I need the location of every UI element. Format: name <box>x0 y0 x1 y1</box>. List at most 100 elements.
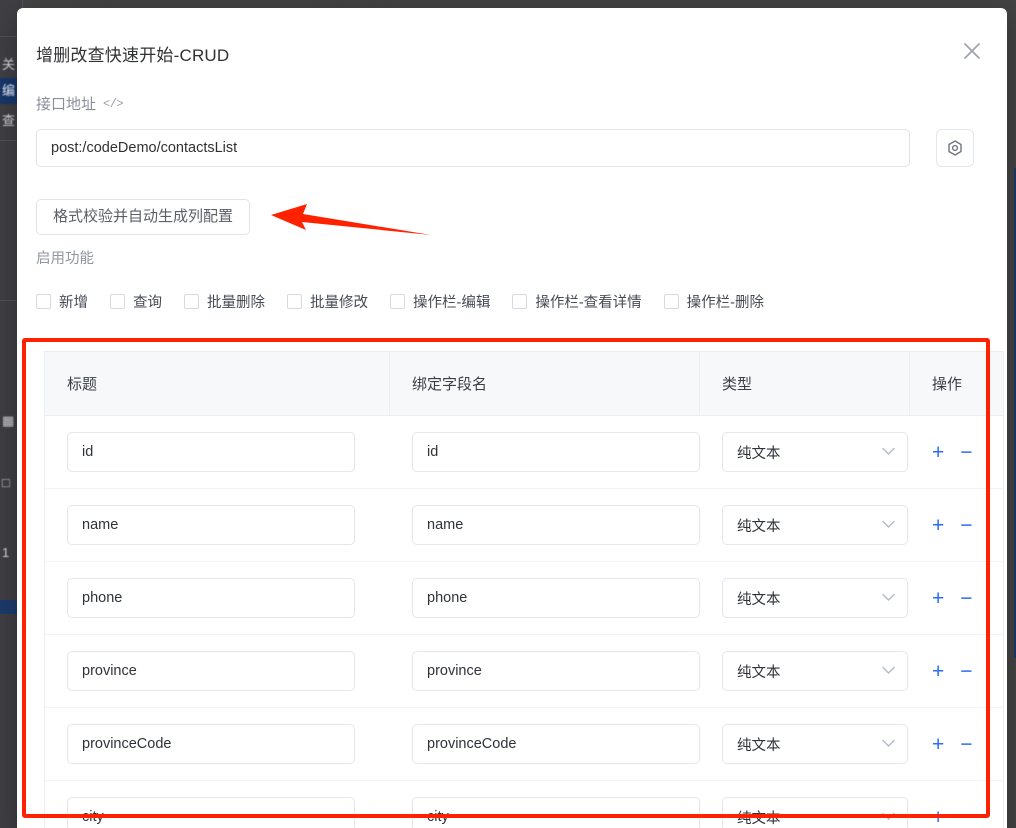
row-type-select[interactable]: 纯文本 <box>722 797 908 828</box>
cell-ops: + − <box>910 734 1003 755</box>
checkbox-label: 新增 <box>59 291 88 312</box>
cell-type: 纯文本 <box>700 578 910 618</box>
remove-row-icon[interactable]: − <box>960 588 972 609</box>
row-field-input[interactable] <box>412 797 700 828</box>
cell-field <box>390 578 700 618</box>
row-title-input[interactable] <box>67 651 355 691</box>
row-field-input[interactable] <box>412 578 700 618</box>
checkbox-label: 批量删除 <box>207 291 265 312</box>
checkbox-query[interactable]: 查询 <box>110 291 162 312</box>
table-row: 纯文本 + − <box>45 416 1003 489</box>
feature-checkbox-group: 新增 查询 批量删除 批量修改 操作栏-编辑 操作栏-查看详情 <box>36 291 786 312</box>
add-row-icon[interactable]: + <box>932 807 944 828</box>
checkbox-action-delete[interactable]: 操作栏-删除 <box>664 291 764 312</box>
row-title-input[interactable] <box>67 578 355 618</box>
table-row: 纯文本 + − <box>45 635 1003 708</box>
hex-nut-icon[interactable] <box>936 129 974 167</box>
cell-title <box>45 505 390 545</box>
checkbox-box[interactable] <box>390 294 405 309</box>
cell-field <box>390 432 700 472</box>
column-header-title: 标题 <box>45 352 390 415</box>
chevron-down-icon <box>882 736 895 752</box>
enable-features-label: 启用功能 <box>36 247 94 268</box>
checkbox-label: 查询 <box>133 291 162 312</box>
table-row: 纯文本 + − <box>45 562 1003 635</box>
row-type-value: 纯文本 <box>737 442 781 463</box>
row-title-input[interactable] <box>67 797 355 828</box>
cell-type: 纯文本 <box>700 651 910 691</box>
row-field-input[interactable] <box>412 505 700 545</box>
chevron-down-icon <box>882 663 895 679</box>
checkbox-label: 操作栏-删除 <box>687 291 764 312</box>
add-row-icon[interactable]: + <box>932 734 944 755</box>
row-title-input[interactable] <box>67 505 355 545</box>
add-row-icon[interactable]: + <box>932 442 944 463</box>
cell-type: 纯文本 <box>700 432 910 472</box>
checkbox-batch-delete[interactable]: 批量删除 <box>184 291 265 312</box>
checkbox-label: 操作栏-编辑 <box>413 291 490 312</box>
close-icon[interactable] <box>959 38 985 64</box>
row-field-input[interactable] <box>412 651 700 691</box>
row-title-input[interactable] <box>67 432 355 472</box>
cell-ops: + − <box>910 515 1003 536</box>
table-row: 纯文本 + − <box>45 781 1003 828</box>
chevron-down-icon <box>882 809 895 825</box>
row-type-select[interactable]: 纯文本 <box>722 724 908 764</box>
column-header-ops: 操作 <box>910 352 1003 415</box>
cell-title <box>45 797 390 828</box>
cell-ops: + − <box>910 442 1003 463</box>
row-type-value: 纯文本 <box>737 515 781 536</box>
row-type-value: 纯文本 <box>737 734 781 755</box>
dialog-title: 增删改查快速开始-CRUD <box>36 41 229 66</box>
add-row-icon[interactable]: + <box>932 661 944 682</box>
cell-title <box>45 651 390 691</box>
add-row-icon[interactable]: + <box>932 588 944 609</box>
table-header-row: 标题 绑定字段名 类型 操作 <box>45 352 1003 416</box>
checkbox-box[interactable] <box>287 294 302 309</box>
chevron-down-icon <box>882 590 895 606</box>
table-row: 纯文本 + − <box>45 489 1003 562</box>
checkbox-box[interactable] <box>110 294 125 309</box>
api-address-input[interactable] <box>36 129 910 167</box>
remove-row-icon[interactable]: − <box>960 734 972 755</box>
cell-title <box>45 724 390 764</box>
checkbox-batch-edit[interactable]: 批量修改 <box>287 291 368 312</box>
checkbox-box[interactable] <box>512 294 527 309</box>
table-row: 纯文本 + − <box>45 708 1003 781</box>
cell-ops: + − <box>910 661 1003 682</box>
chevron-down-icon <box>882 444 895 460</box>
cell-type: 纯文本 <box>700 797 910 828</box>
remove-row-icon[interactable]: − <box>960 515 972 536</box>
checkbox-action-detail[interactable]: 操作栏-查看详情 <box>512 291 641 312</box>
cell-field <box>390 505 700 545</box>
cell-title <box>45 578 390 618</box>
remove-row-icon[interactable]: − <box>960 442 972 463</box>
cell-type: 纯文本 <box>700 505 910 545</box>
row-field-input[interactable] <box>412 432 700 472</box>
remove-row-icon[interactable]: − <box>960 807 972 828</box>
checkbox-create[interactable]: 新增 <box>36 291 88 312</box>
api-address-label-text: 接口地址 <box>36 93 96 114</box>
row-type-select[interactable]: 纯文本 <box>722 432 908 472</box>
row-type-value: 纯文本 <box>737 588 781 609</box>
checkbox-box[interactable] <box>184 294 199 309</box>
checkbox-box[interactable] <box>664 294 679 309</box>
cell-field <box>390 651 700 691</box>
api-address-label: 接口地址 </> <box>36 93 123 114</box>
row-type-select[interactable]: 纯文本 <box>722 578 908 618</box>
row-type-value: 纯文本 <box>737 661 781 682</box>
column-config-table: 标题 绑定字段名 类型 操作 纯文本 <box>44 351 1004 828</box>
column-header-type: 类型 <box>700 352 910 415</box>
add-row-icon[interactable]: + <box>932 515 944 536</box>
cell-type: 纯文本 <box>700 724 910 764</box>
checkbox-box[interactable] <box>36 294 51 309</box>
checkbox-label: 操作栏-查看详情 <box>535 291 641 312</box>
generate-columns-button[interactable]: 格式校验并自动生成列配置 <box>36 199 250 235</box>
row-title-input[interactable] <box>67 724 355 764</box>
row-type-select[interactable]: 纯文本 <box>722 651 908 691</box>
row-field-input[interactable] <box>412 724 700 764</box>
row-type-select[interactable]: 纯文本 <box>722 505 908 545</box>
code-icon: </> <box>103 97 123 111</box>
checkbox-action-edit[interactable]: 操作栏-编辑 <box>390 291 490 312</box>
remove-row-icon[interactable]: − <box>960 661 972 682</box>
